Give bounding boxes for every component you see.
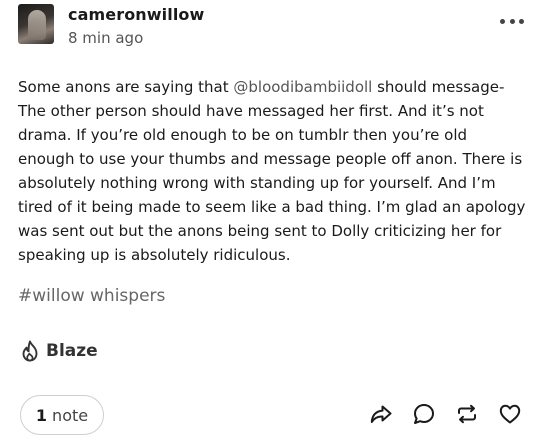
blaze-label: Blaze (46, 341, 98, 361)
more-options-icon[interactable] (500, 14, 524, 28)
post-timestamp: 8 min ago (68, 29, 144, 47)
post-tag[interactable]: #willow whispers (18, 286, 165, 306)
notes-label: note (52, 405, 89, 425)
avatar-figure (28, 10, 46, 40)
like-icon[interactable] (498, 402, 522, 426)
user-mention[interactable]: @bloodibambiidoll (233, 78, 372, 96)
post-avatar[interactable] (18, 4, 54, 44)
post-body: Some anons are saying that @bloodibambii… (18, 75, 526, 267)
notes-count: 1 (35, 405, 48, 425)
flame-icon (22, 340, 38, 362)
blaze-button[interactable]: Blaze (20, 340, 98, 362)
share-icon[interactable] (369, 402, 393, 426)
post-actions (369, 402, 522, 426)
reply-icon[interactable] (412, 402, 436, 426)
notes-button[interactable]: 1 note (20, 395, 104, 435)
post-text-start: Some anons are saying that (18, 78, 234, 96)
reblog-icon[interactable] (455, 402, 479, 426)
post-username[interactable]: cameronwillow (68, 5, 204, 24)
post-text-end: should message-The other person should h… (18, 78, 526, 264)
